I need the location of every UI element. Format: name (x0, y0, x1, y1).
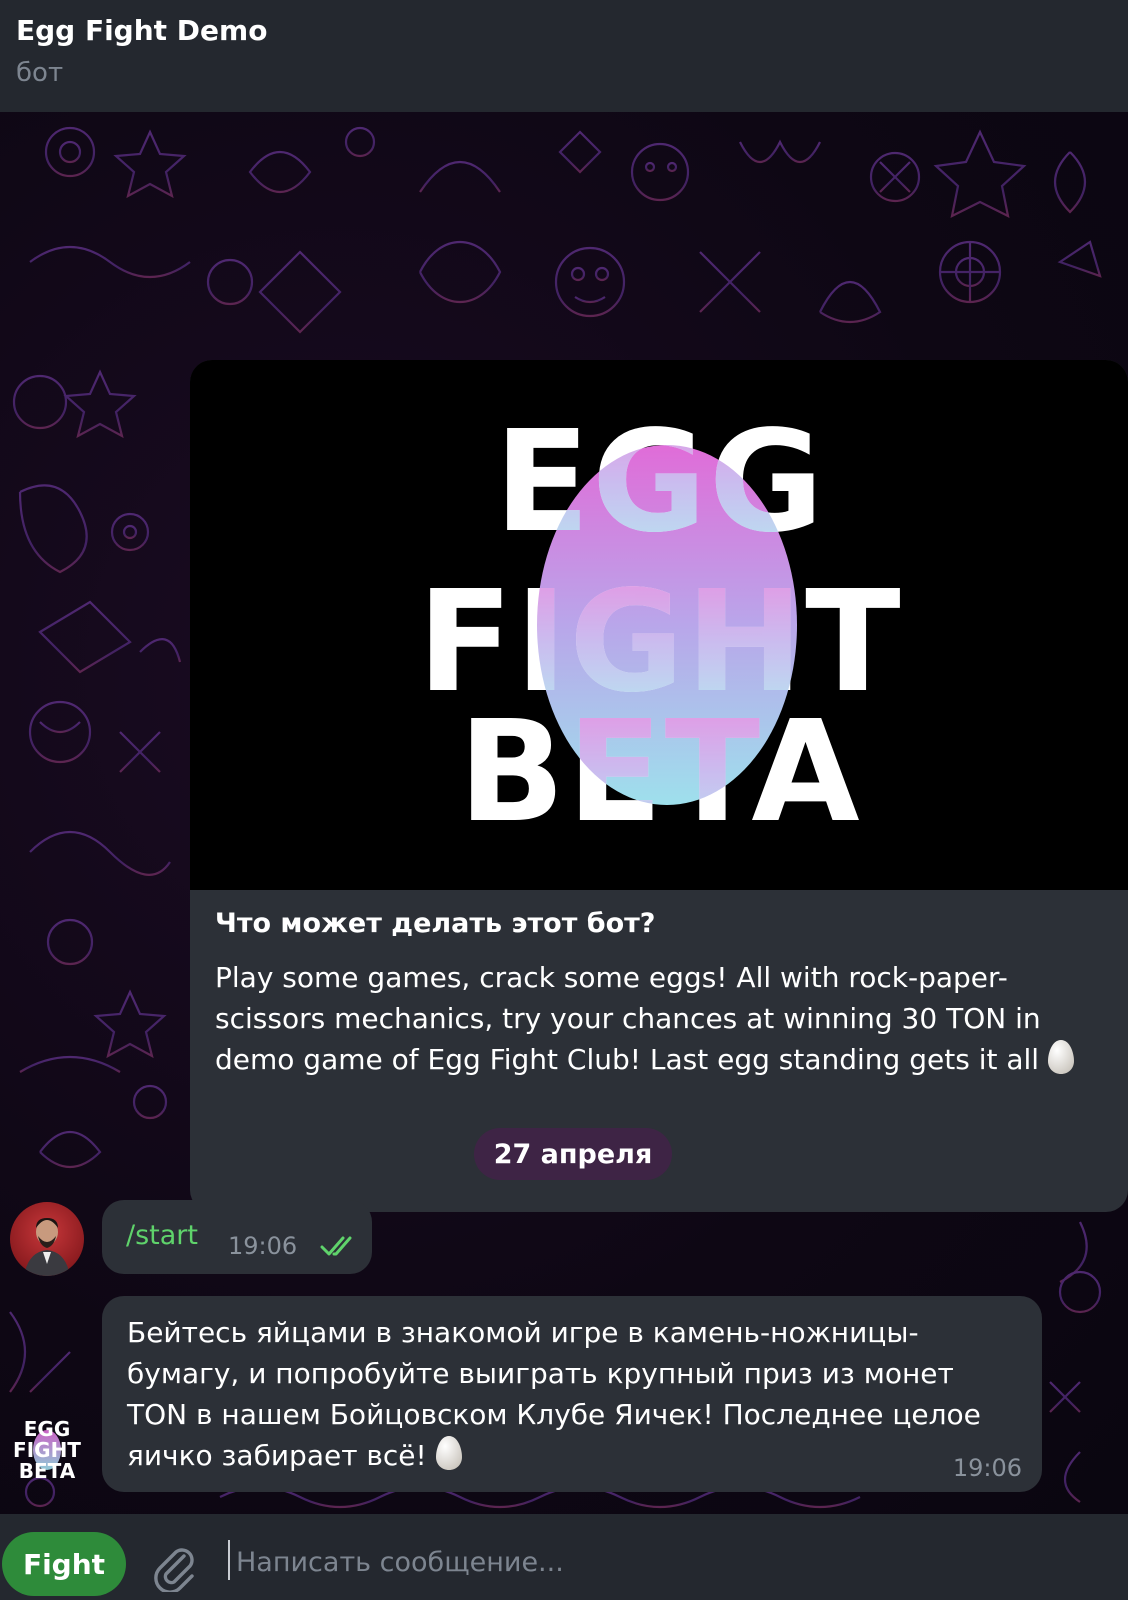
double-check-icon (320, 1236, 352, 1256)
bot-message-text: Бейтесь яйцами в знакомой игре в камень-… (127, 1312, 1007, 1476)
chat-header[interactable]: Egg Fight Demo бот (0, 0, 1128, 112)
fight-menu-button[interactable]: Fight (2, 1532, 126, 1596)
intro-body: Play some games, crack some eggs! All wi… (215, 957, 1105, 1080)
egg-emoji-icon (435, 1436, 462, 1470)
message-composer: Fight (0, 1514, 1128, 1600)
chat-title: Egg Fight Demo (16, 14, 268, 47)
message-text-start[interactable]: /start (126, 1220, 198, 1251)
user-avatar[interactable] (10, 1202, 84, 1276)
bot-avatar-line-3: BETA (19, 1459, 76, 1483)
outgoing-message[interactable]: /start 19:06 (102, 1200, 372, 1274)
bot-intro-card: EGG FIGHT BETA EGG FIGHT BETA Что может … (190, 360, 1128, 1212)
incoming-message[interactable]: Бейтесь яйцами в знакомой игре в камень-… (102, 1296, 1042, 1492)
intro-body-text: Play some games, crack some eggs! All wi… (215, 961, 1041, 1076)
message-input[interactable] (234, 1538, 1098, 1586)
date-separator: 27 апреля (474, 1128, 672, 1180)
message-time: 19:06 (228, 1232, 298, 1260)
intro-heading: Что может делать этот бот? (215, 908, 656, 939)
bot-message-body: Бейтесь яйцами в знакомой игре в камень-… (127, 1316, 981, 1472)
chat-subtitle: бот (16, 58, 64, 88)
egg-fight-logo-image: EGG FIGHT BETA EGG FIGHT BETA (190, 360, 1128, 890)
bot-avatar[interactable]: EGG FIGHT BETA (10, 1412, 84, 1486)
text-cursor (228, 1540, 230, 1580)
message-time: 19:06 (952, 1454, 1022, 1482)
paperclip-icon[interactable] (150, 1542, 196, 1592)
chat-area[interactable]: EGG FIGHT BETA EGG FIGHT BETA Что может … (0, 112, 1128, 1514)
intro-text-block: Что может делать этот бот? Play some gam… (215, 890, 1105, 1080)
egg-emoji-icon (1048, 1040, 1075, 1074)
